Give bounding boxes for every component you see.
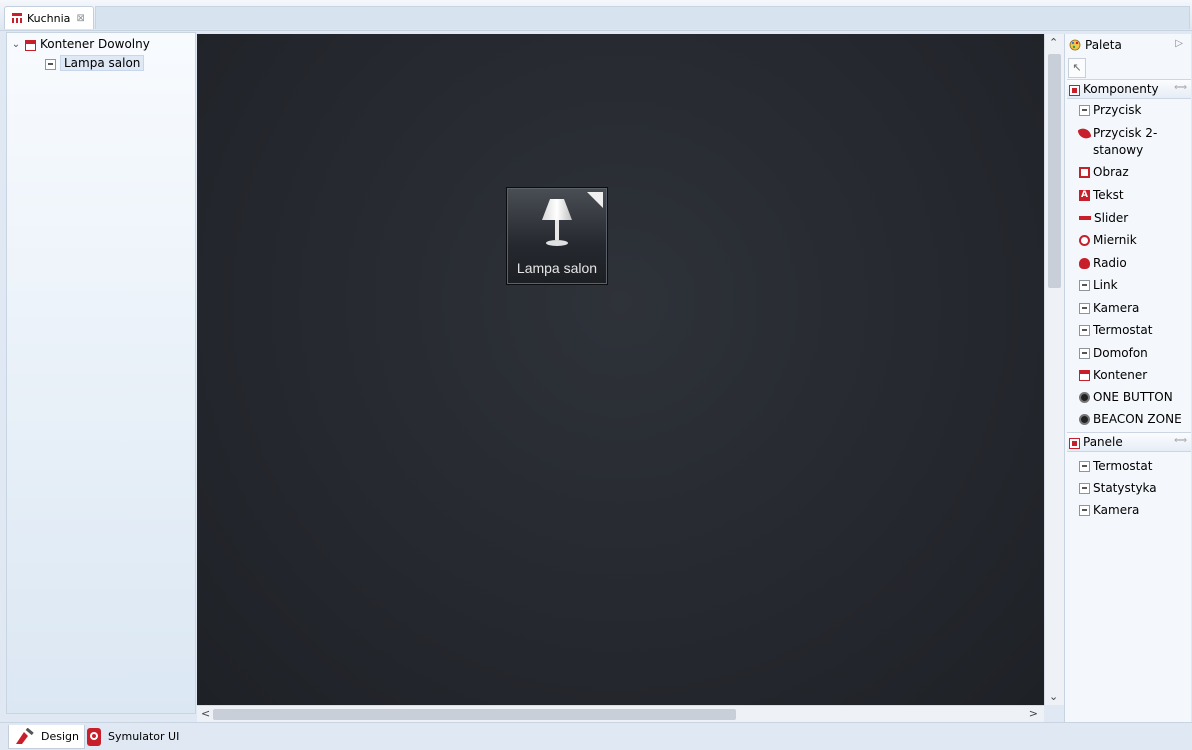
default-icon <box>1079 505 1090 516</box>
vertical-scroll-thumb[interactable] <box>1048 54 1061 288</box>
drawer-label: Panele <box>1083 435 1123 449</box>
tree-node-label: Kontener Dowolny <box>40 37 150 51</box>
simulator-icon <box>87 727 101 746</box>
palette-item-kamera[interactable]: Kamera <box>1079 300 1139 317</box>
palette-item-slider[interactable]: Slider <box>1079 210 1128 227</box>
image-icon <box>1079 167 1090 178</box>
select-tool-icon[interactable]: ↖ <box>1068 58 1086 78</box>
palette-item-termostat[interactable]: Termostat <box>1079 322 1152 339</box>
design-icon <box>16 727 34 744</box>
tree-node-root[interactable]: ⌄ Kontener Dowolny <box>11 37 150 51</box>
default-icon <box>1079 303 1090 314</box>
radio-icon <box>1079 258 1090 269</box>
tab-label: Symulator UI <box>108 730 180 743</box>
drawer-komponenty[interactable]: Komponenty ⟺ <box>1067 79 1191 99</box>
palette-item-obraz[interactable]: Obraz <box>1079 164 1129 181</box>
palette-item-label: Kamera <box>1093 503 1140 517</box>
gauge-icon <box>1079 235 1090 246</box>
palette-item-beacon-zone[interactable]: BEACON ZONE <box>1079 411 1182 428</box>
palette-item-label: Domofon <box>1093 346 1148 360</box>
default-icon <box>1079 105 1090 116</box>
palette-item-label: ONE BUTTON <box>1093 390 1173 404</box>
palette-item-kontener[interactable]: Kontener <box>1079 367 1147 384</box>
tab-strip-background <box>95 6 1190 29</box>
layout-icon <box>12 13 22 23</box>
text-icon: A <box>1079 190 1090 201</box>
palette-item-label: Link <box>1093 278 1118 292</box>
palette-title: Paleta <box>1085 38 1122 52</box>
outline-tree-panel: ⌄ Kontener Dowolny Lampa salon <box>6 32 196 714</box>
widget-label: Lampa salon <box>516 260 598 276</box>
lamp-widget[interactable]: Lampa salon <box>506 187 608 285</box>
palette-item-link[interactable]: Link <box>1079 277 1118 294</box>
palette-item-label: Przycisk 2- stanowy <box>1093 126 1158 157</box>
palette-item-panel-kamera[interactable]: Kamera <box>1079 502 1139 519</box>
container-icon <box>25 40 36 51</box>
chevron-down-icon[interactable]: ⌄ <box>11 39 21 50</box>
tab-symulator-ui[interactable]: Symulator UI <box>80 725 184 748</box>
palette-item-one-button[interactable]: ONE BUTTON <box>1079 389 1173 406</box>
palette-item-label: Kamera <box>1093 301 1140 315</box>
components-icon <box>1069 85 1080 96</box>
palette-item-przycisk[interactable]: Przycisk <box>1079 102 1142 119</box>
editor-tab-strip: Kuchnia ⊠ <box>0 0 1192 31</box>
default-icon <box>1079 461 1090 472</box>
palette-item-panel-termostat[interactable]: Termostat <box>1079 458 1152 475</box>
drawer-panele[interactable]: Panele ⟺ <box>1067 432 1191 452</box>
palette-item-label: Radio <box>1093 256 1127 270</box>
palette-item-label: Przycisk <box>1093 103 1142 117</box>
palette-icon <box>1069 39 1081 51</box>
palette-item-tekst[interactable]: A Tekst <box>1079 187 1124 204</box>
dot-icon <box>1079 392 1090 403</box>
editor-tab-title: Kuchnia <box>27 11 71 25</box>
dot-icon <box>1079 414 1090 425</box>
bottom-tab-bar: Design Symulator UI <box>0 722 1192 750</box>
vertical-scrollbar[interactable]: ⌃ ⌄ <box>1044 34 1064 705</box>
palette-item-label: Obraz <box>1093 165 1129 179</box>
palette-item-label: Termostat <box>1093 459 1153 473</box>
design-canvas[interactable]: Lampa salon <box>197 34 1044 705</box>
lamp-icon <box>542 199 572 246</box>
palette-item-miernik[interactable]: Miernik <box>1079 232 1137 249</box>
palette-item-label: Miernik <box>1093 233 1137 247</box>
palette-item-label: Statystyka <box>1093 481 1157 495</box>
widget-corner-indicator <box>587 192 603 208</box>
chevron-down-icon[interactable]: ⌄ <box>1049 690 1058 703</box>
pin-icon[interactable]: ⟺ <box>1174 436 1187 446</box>
palette-item-panel-statystyka[interactable]: Statystyka <box>1079 480 1157 497</box>
close-icon[interactable]: ⊠ <box>76 13 84 24</box>
palette-item-label: BEACON ZONE <box>1093 412 1182 426</box>
editor-tab-kuchnia[interactable]: Kuchnia ⊠ <box>4 6 94 29</box>
drawer-label: Komponenty <box>1083 82 1159 96</box>
default-icon <box>1079 280 1090 291</box>
palette-header: Paleta ▷ <box>1065 34 1191 56</box>
horizontal-scrollbar[interactable]: < > <box>197 705 1044 723</box>
horizontal-scroll-thumb[interactable] <box>213 709 736 720</box>
default-icon <box>1079 348 1090 359</box>
component-icon <box>45 59 56 70</box>
palette-item-radio[interactable]: Radio <box>1079 255 1127 272</box>
default-icon <box>1079 483 1090 494</box>
tree-node-lampa-salon[interactable]: Lampa salon <box>45 55 145 71</box>
chevron-right-icon[interactable]: > <box>1029 707 1038 720</box>
collapse-palette-icon[interactable]: ▷ <box>1175 38 1183 49</box>
container-icon <box>1079 370 1090 381</box>
palette-item-domofon[interactable]: Domofon <box>1079 345 1148 362</box>
palette-panel: Paleta ▷ ↖ Komponenty ⟺ Przycisk Przycis… <box>1064 34 1191 722</box>
pin-icon[interactable]: ⟺ <box>1174 83 1187 93</box>
palette-item-przycisk-2-stanowy[interactable]: Przycisk 2- stanowy <box>1077 125 1158 159</box>
palette-item-label: Termostat <box>1093 323 1153 337</box>
tree-node-label: Lampa salon <box>60 55 145 71</box>
tab-label: Design <box>41 730 79 743</box>
panels-icon <box>1069 438 1080 449</box>
toggle-icon <box>1077 126 1092 141</box>
palette-item-label: Tekst <box>1093 188 1124 202</box>
tab-design[interactable]: Design <box>8 725 85 749</box>
chevron-left-icon[interactable]: < <box>201 707 210 720</box>
palette-item-label: Kontener <box>1093 368 1148 382</box>
slider-icon <box>1079 216 1091 220</box>
chevron-up-icon[interactable]: ⌃ <box>1049 36 1058 49</box>
palette-item-label: Slider <box>1094 211 1129 225</box>
default-icon <box>1079 325 1090 336</box>
